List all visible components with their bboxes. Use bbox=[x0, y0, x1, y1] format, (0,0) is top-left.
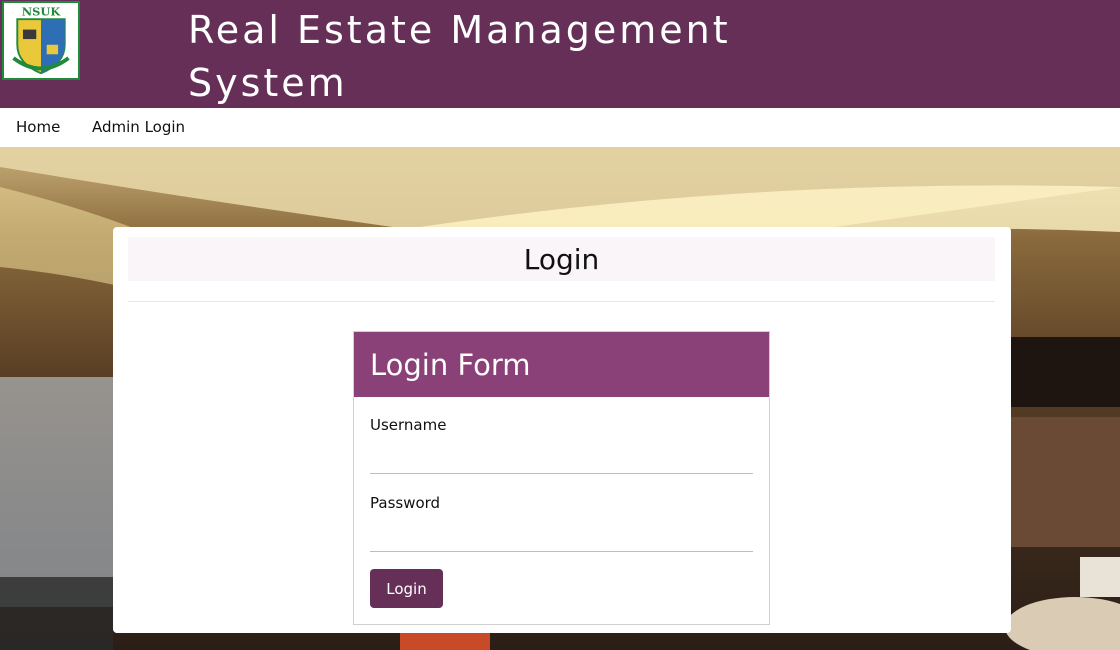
login-form-title: Login Form bbox=[370, 348, 531, 382]
login-form-header: Login Form bbox=[354, 332, 769, 397]
password-input[interactable] bbox=[370, 522, 753, 552]
login-card: Login Login Form Username Password Login bbox=[113, 227, 1011, 633]
login-form: Login Form Username Password Login bbox=[353, 331, 770, 625]
card-title: Login bbox=[523, 243, 600, 276]
username-input[interactable] bbox=[370, 444, 753, 474]
university-logo: NSUK bbox=[2, 1, 80, 80]
app-title: Real Estate Management System bbox=[188, 8, 731, 105]
nsuk-crest-icon: NSUK bbox=[4, 3, 78, 78]
top-nav: Home Admin Login bbox=[0, 108, 1120, 147]
login-button[interactable]: Login bbox=[370, 569, 443, 608]
card-header: Login bbox=[128, 237, 995, 281]
password-label: Password bbox=[370, 494, 441, 512]
nav-home-link[interactable]: Home bbox=[16, 118, 60, 136]
nav-admin-login-link[interactable]: Admin Login bbox=[92, 118, 185, 136]
svg-text:NSUK: NSUK bbox=[22, 4, 62, 18]
divider bbox=[128, 301, 995, 302]
site-header: NSUK Real Estate Management System bbox=[0, 0, 1120, 108]
username-label: Username bbox=[370, 416, 447, 434]
